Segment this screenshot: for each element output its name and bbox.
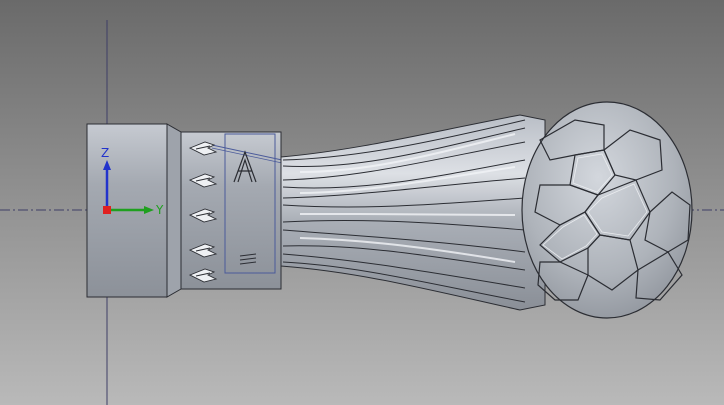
soccer-ball-icon [521,101,693,319]
y-axis-label: Y [156,203,164,217]
3d-viewport[interactable]: Z Y [0,0,724,405]
engraved-collar [180,131,282,290]
origin-marker-icon [103,206,111,214]
z-axis-label: Z [101,146,110,160]
model-scene [0,20,724,405]
base-step [166,123,182,298]
